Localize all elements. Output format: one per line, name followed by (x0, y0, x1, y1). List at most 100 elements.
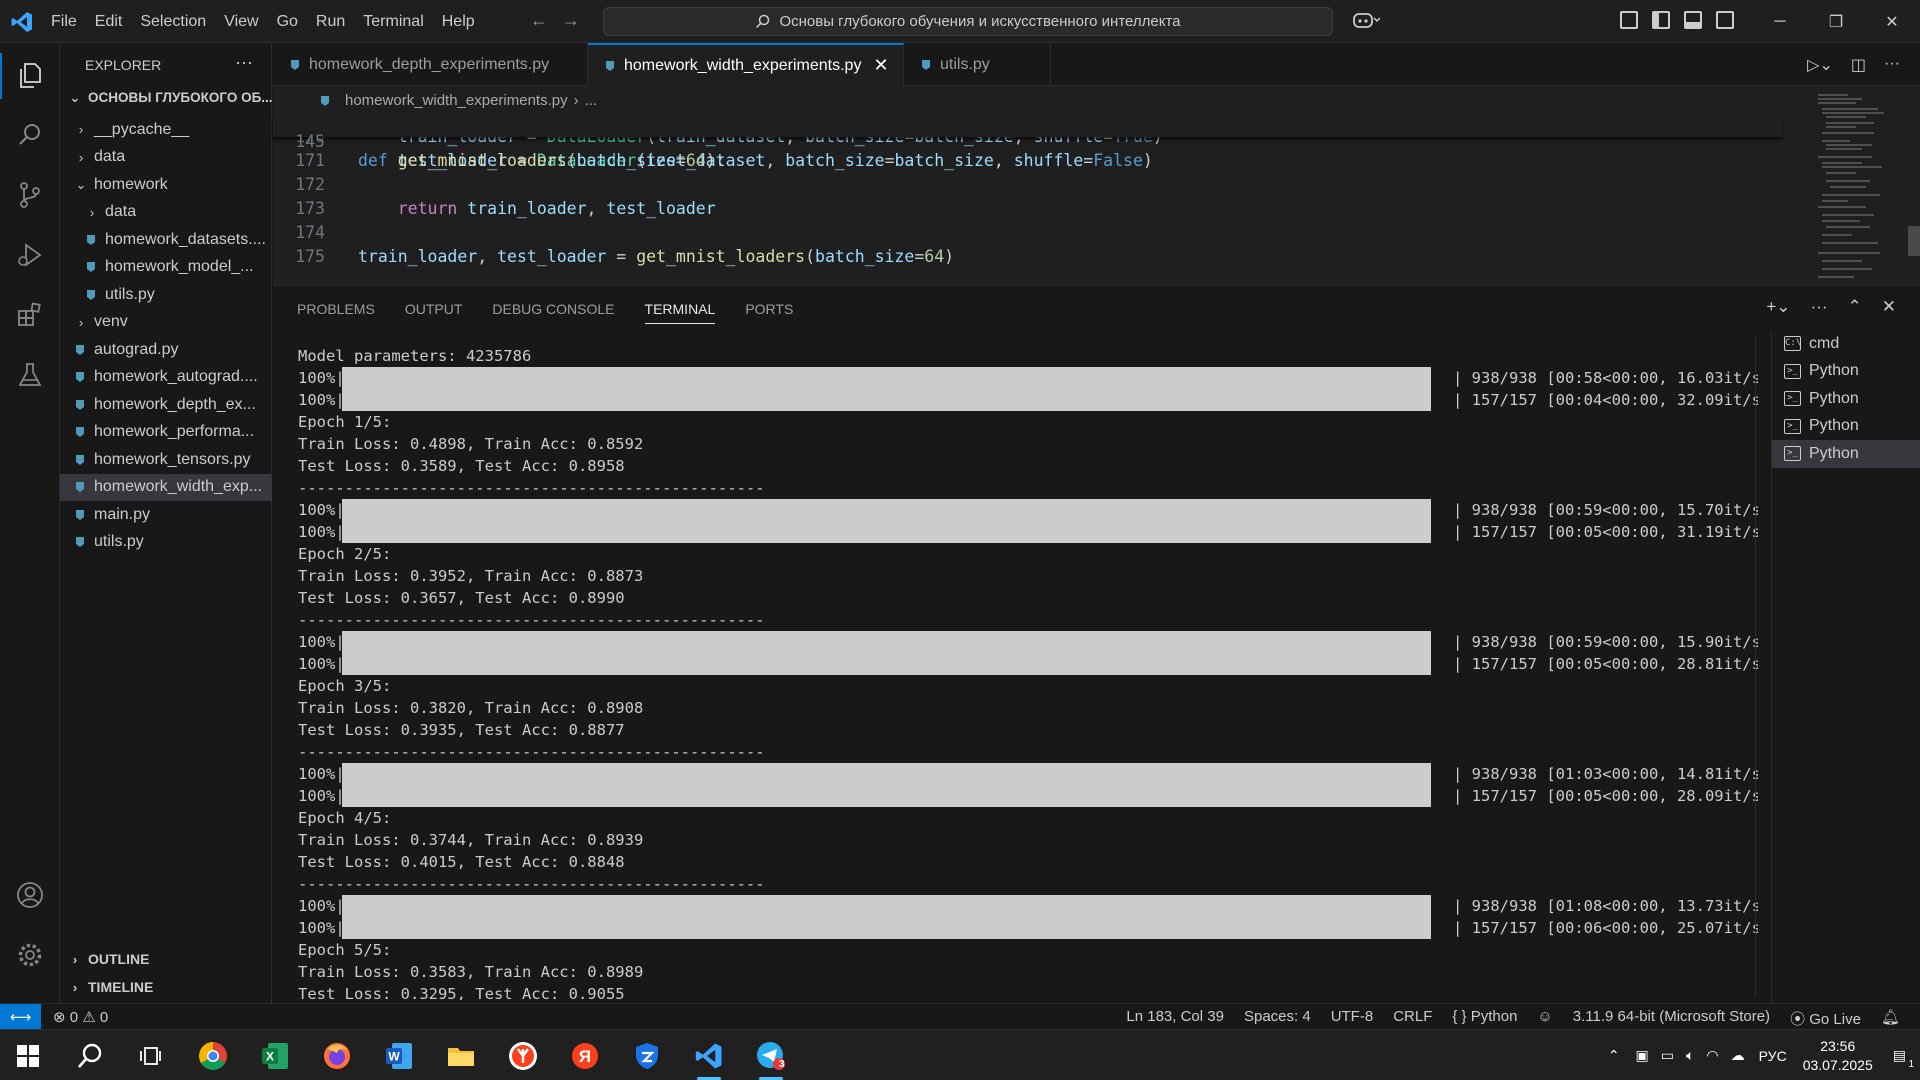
code-line[interactable]: 173 return train_loader, test_loader (273, 199, 1783, 223)
tree-file[interactable]: homework_datasets.... (60, 226, 272, 254)
yandex-icon[interactable]: Я (565, 1036, 605, 1076)
remote-indicator-icon[interactable]: ⟷ (0, 1004, 41, 1030)
tree-file[interactable]: utils.py (60, 529, 272, 557)
workspace-root[interactable]: ⌄ ОСНОВЫ ГЛУБОКОГО ОБ... (68, 90, 273, 106)
testing-flask-icon[interactable] (14, 359, 46, 391)
copilot-status-icon[interactable]: ☺ (1537, 1008, 1552, 1029)
tree-file[interactable]: homework_performa... (60, 419, 272, 447)
language-mode[interactable]: { } Python (1452, 1008, 1517, 1029)
meet-now-icon[interactable]: ▣ (1636, 1047, 1649, 1064)
code-line[interactable]: 174 (273, 223, 1783, 247)
tree-folder[interactable]: › venv (60, 309, 272, 337)
file-explorer-icon[interactable] (441, 1036, 481, 1076)
notifications-bell-icon[interactable]: 🔔︎ (1881, 1008, 1900, 1029)
firefox-icon[interactable] (317, 1036, 357, 1076)
tree-file[interactable]: main.py (60, 501, 272, 529)
terminal-instance[interactable]: >_ Python (1772, 440, 1920, 468)
end-of-line[interactable]: CRLF (1393, 1008, 1432, 1029)
tree-folder[interactable]: › __pycache__ (60, 116, 272, 144)
excel-icon[interactable]: X (255, 1036, 295, 1076)
telegram-icon[interactable]: 3 (751, 1036, 791, 1080)
tree-file[interactable]: homework_tensors.py (60, 446, 272, 474)
tree-file[interactable]: utils.py (60, 281, 272, 309)
outline-section[interactable]: › OUTLINE (68, 951, 150, 967)
terminal-instance[interactable]: >_ Python (1772, 358, 1920, 386)
toggle-sidebar-icon[interactable] (1652, 11, 1670, 29)
go-live[interactable]: ⦿ Go Live (1790, 1008, 1861, 1029)
split-editor-icon[interactable]: ◫ (1851, 55, 1866, 75)
copilot-icon[interactable] (1352, 10, 1381, 35)
indentation[interactable]: Spaces: 4 (1244, 1008, 1311, 1029)
notification-center-icon[interactable]: ▤ 1 (1893, 1047, 1914, 1070)
clock[interactable]: 23:56 03.07.2025 (1803, 1037, 1873, 1075)
forward-arrow-icon[interactable]: → (562, 10, 580, 31)
shield-vpn-icon[interactable] (627, 1036, 667, 1076)
tab-homework-depth-experiments[interactable]: homework_depth_experiments.py (273, 43, 588, 86)
tree-folder[interactable]: › data (60, 199, 272, 227)
close-tab-icon[interactable]: ✕ (873, 55, 888, 76)
terminal-instance[interactable]: >_ Python (1772, 413, 1920, 441)
maximize-panel-icon[interactable]: ⌃ (1848, 297, 1862, 317)
menu-edit[interactable]: Edit (86, 13, 132, 31)
yandex-browser-icon[interactable] (503, 1036, 543, 1076)
tree-file[interactable]: autograd.py (60, 336, 272, 364)
tree-folder[interactable]: ⌄ homework (60, 171, 272, 199)
more-editor-actions-icon[interactable]: ··· (1884, 55, 1900, 75)
word-icon[interactable]: W (379, 1036, 419, 1076)
minimize-icon[interactable]: ─ (1752, 0, 1808, 43)
more-actions-icon[interactable]: ··· (235, 52, 253, 73)
timeline-section[interactable]: › TIMELINE (68, 979, 154, 995)
tree-file[interactable]: homework_depth_ex... (60, 391, 272, 419)
command-center[interactable]: Основы глубокого обучения и искусственно… (603, 7, 1333, 36)
tab-debug-console[interactable]: DEBUG CONSOLE (492, 295, 614, 323)
toggle-panel-icon[interactable] (1684, 11, 1702, 29)
tree-file[interactable]: homework_width_exp... (60, 473, 272, 501)
search-sidebar-icon[interactable] (14, 119, 46, 151)
minimap[interactable] (1808, 86, 1920, 285)
tab-utils[interactable]: utils.py (904, 43, 1051, 86)
windows-start-icon[interactable] (8, 1036, 48, 1076)
terminal-scrollbar[interactable] (1755, 336, 1769, 996)
menu-run[interactable]: Run (307, 13, 354, 31)
run-debug-icon[interactable] (14, 239, 46, 271)
problems-status[interactable]: ⊗ 0 ⚠ 0 (53, 1008, 108, 1026)
customize-layout-icon[interactable] (1620, 11, 1638, 29)
more-panel-actions-icon[interactable]: ··· (1811, 297, 1828, 317)
extensions-icon[interactable] (14, 299, 46, 331)
run-python-file-icon[interactable]: ▷⌄ (1807, 55, 1833, 75)
close-panel-icon[interactable]: ✕ (1882, 297, 1896, 317)
menu-terminal[interactable]: Terminal (354, 13, 432, 31)
sticky-scroll-line[interactable]: 145 def get_mnist_loaders(batch_size=64)… (273, 113, 1783, 170)
close-window-icon[interactable]: ✕ (1864, 0, 1920, 43)
menu-file[interactable]: File (42, 13, 86, 31)
tab-ports[interactable]: PORTS (745, 295, 793, 323)
terminal-instance[interactable]: C:\ cmd (1772, 330, 1920, 358)
explorer-icon[interactable] (14, 59, 46, 91)
tab-homework-width-experiments[interactable]: homework_width_experiments.py ✕ (588, 43, 904, 86)
volume-icon[interactable]: 🔈︎ (1686, 1047, 1694, 1064)
menu-view[interactable]: View (215, 13, 267, 31)
terminal-output[interactable]: Model parameters: 4235786 100%| | 938/938 … (298, 345, 1758, 1000)
back-arrow-icon[interactable]: ← (530, 10, 548, 31)
task-view-icon[interactable] (130, 1036, 170, 1076)
chrome-icon[interactable] (193, 1036, 233, 1076)
python-interpreter[interactable]: 3.11.9 64-bit (Microsoft Store) (1573, 1008, 1770, 1029)
menu-go[interactable]: Go (268, 13, 307, 31)
tab-output[interactable]: OUTPUT (405, 295, 463, 323)
tab-problems[interactable]: PROBLEMS (297, 295, 375, 323)
wifi-icon[interactable]: ◠ (1706, 1047, 1718, 1064)
onedrive-icon[interactable]: ☁ (1731, 1047, 1745, 1064)
terminal-instance[interactable]: >_ Python (1772, 385, 1920, 413)
menu-help[interactable]: Help (433, 13, 484, 31)
battery-icon[interactable]: ▭ (1661, 1047, 1674, 1064)
breadcrumb-symbol[interactable]: ... (585, 92, 598, 109)
menu-selection[interactable]: Selection (131, 13, 215, 31)
account-icon[interactable] (14, 879, 46, 911)
vscode-taskbar-icon[interactable] (689, 1036, 729, 1080)
tree-file[interactable]: homework_model_... (60, 254, 272, 282)
tree-file[interactable]: homework_autograd.... (60, 364, 272, 392)
code-line[interactable]: 175 train_loader, test_loader = get_mnist… (273, 247, 1783, 271)
tab-terminal[interactable]: TERMINAL (644, 295, 716, 324)
input-language[interactable]: РУС (1759, 1048, 1787, 1064)
breadcrumb-file[interactable]: homework_width_experiments.py (345, 92, 568, 109)
